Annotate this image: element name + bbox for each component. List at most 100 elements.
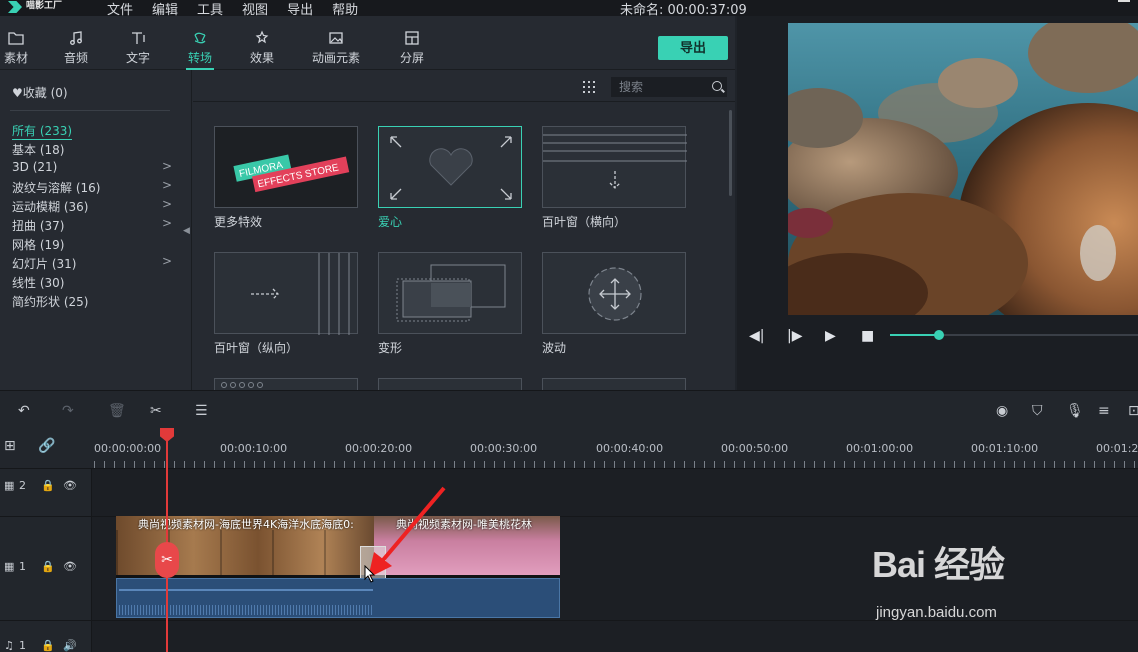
timeline-toolbar: ↶ ↷ 🗑 ✂ ☰ ◉ ⛉ 🎙 ≡ ⊡ [0,390,1138,428]
prev-frame-icon[interactable]: ◀| [749,328,764,344]
wave-icon [588,267,642,321]
transition-label: 百叶窗（横向） [542,215,627,229]
export-button[interactable]: 导出 [658,36,728,60]
audio-waveform [119,605,373,615]
category-ripple-dissolve[interactable]: 波纹与溶解 (16) [12,179,100,196]
film-icon: ▦ [4,560,15,573]
next-frame-icon[interactable]: |▶ [787,328,802,344]
category-3d[interactable]: 3D (21) [12,160,57,174]
tab-audio-label: 音频 [64,51,89,65]
transition-label: 更多特效 [214,215,263,229]
tab-transitions[interactable]: 转场 [185,30,215,70]
playhead-line[interactable] [166,430,168,652]
transition-label: 百叶窗（纵向） [214,341,299,355]
ruler-label: 00:00:30:00 [470,442,538,455]
add-track-icon[interactable]: ⊞ [4,438,16,454]
speaker-icon[interactable]: 🔊 [63,639,77,652]
transition-label: 波动 [542,341,567,355]
text-icon [132,32,145,44]
scissors-icon[interactable]: ✂ [150,403,162,419]
morph-icon [396,264,506,322]
play-icon[interactable]: ▶ [825,328,836,344]
adjust-icon[interactable]: ☰ [195,403,208,419]
track-header: ▦ 2 🔒 👁 [0,469,92,516]
category-linear[interactable]: 线性 (30) [12,274,64,291]
minimize-icon[interactable] [1118,0,1130,2]
chevron-right-icon[interactable]: > [162,216,172,230]
app-logo: 喵影工厂 [6,0,66,16]
mouse-cursor-icon [364,565,376,583]
baidu-watermark: Bai 经验 jingyan.baidu.com [872,536,1082,632]
preview-progress-fill [890,334,939,336]
effects-icon [255,30,269,44]
transition-thumb-morph[interactable] [378,252,522,334]
track-number: 1 [19,639,26,652]
audio-level-line [119,589,373,591]
collapse-sidebar-icon[interactable]: ◀ [183,226,190,236]
marker-icon[interactable]: ⛉ [1032,403,1043,419]
category-simple-shapes[interactable]: 简约形状 (25) [12,293,88,310]
audio-clip[interactable] [116,578,560,618]
delete-icon[interactable]: 🗑 [108,403,126,419]
render-preview-icon[interactable]: ◉ [996,403,1008,419]
lock-icon[interactable]: 🔒 [41,639,55,652]
transition-grid: FILMORA EFFECTS STORE 更多特效 爱心 [193,70,735,390]
transition-thumb-partial[interactable] [214,378,358,390]
preview-progress-knob[interactable] [934,330,944,340]
app-logo-text: 喵影工厂 [26,1,63,11]
category-warp[interactable]: 扭曲 (37) [12,217,64,234]
grid-scrollbar[interactable] [729,110,732,196]
tab-text[interactable]: 文字 [126,30,150,66]
transition-thumb-partial[interactable] [542,378,686,390]
microphone-icon[interactable]: 🎙 [1066,403,1084,419]
transition-thumb-blinds-horizontal[interactable] [542,126,687,208]
transition-thumb-more-effects[interactable]: FILMORA EFFECTS STORE [214,126,358,208]
tab-effects[interactable]: 效果 [250,30,274,66]
ruler-ticks [94,461,1138,468]
category-motion-blur[interactable]: 运动模糊 (36) [12,198,88,215]
eye-icon[interactable]: 👁 [63,479,77,492]
title-bar: 喵影工厂 文件 编辑 工具 视图 导出 帮助 未命名: 00:00:37:09 [0,0,1138,18]
preview-video[interactable] [788,23,1138,315]
eye-icon[interactable]: 👁 [63,560,77,573]
category-grid[interactable]: 网格 (19) [12,236,64,253]
transition-thumb-partial[interactable] [378,378,522,390]
redo-icon[interactable]: ↷ [62,403,74,419]
heart-icon: ♥ [12,86,23,100]
tab-split-screen-label: 分屏 [400,51,425,65]
grid-view-icon[interactable] [583,81,595,93]
category-all[interactable]: 所有 (233) [12,122,73,140]
transition-thumb-wave[interactable] [542,252,686,334]
tab-split-screen[interactable]: 分屏 [400,30,424,66]
chevron-right-icon[interactable]: > [162,159,172,173]
snapshot-icon[interactable]: ⊡ [1128,403,1138,419]
chevron-right-icon[interactable]: > [162,178,172,192]
stop-icon[interactable]: ■ [861,328,874,344]
tab-elements[interactable]: 动画元素 [312,30,360,66]
preview-progress-track[interactable] [890,330,1138,340]
category-slideshow[interactable]: 幻灯片 (31) [12,255,76,272]
favorites-item[interactable]: ♥收藏 (0) [12,84,68,101]
split-scissors-icon[interactable]: ✂ [155,542,179,578]
ruler-label: 00:01:00:00 [846,442,914,455]
audio-mixer-icon[interactable]: ≡ [1098,403,1110,419]
tab-media[interactable]: 素材 [4,30,28,66]
link-icon[interactable]: 🔗 [38,438,55,454]
category-sidebar: ♥收藏 (0) 所有 (233) 基本 (18) 3D (21) > 波纹与溶解… [0,70,192,390]
music-note-icon: ♫ [4,639,14,652]
chevron-right-icon[interactable]: > [162,254,172,268]
transition-thumb-blinds-vertical[interactable] [214,252,358,335]
search-input[interactable] [611,77,727,97]
transition-thumb-heart[interactable] [378,126,522,208]
transition-label: 爱心 [378,215,403,229]
video-track-2: ▦ 2 🔒 👁 [0,468,1138,516]
chevron-right-icon[interactable]: > [162,197,172,211]
tab-transitions-label: 转场 [188,51,213,65]
search-icon[interactable] [712,81,722,91]
lock-icon[interactable]: 🔒 [41,560,55,573]
lock-icon[interactable]: 🔒 [41,479,55,492]
blinds-horizontal-icon [543,134,687,189]
undo-icon[interactable]: ↶ [18,403,30,419]
category-basic[interactable]: 基本 (18) [12,141,64,158]
tab-audio[interactable]: 音频 [64,30,88,66]
